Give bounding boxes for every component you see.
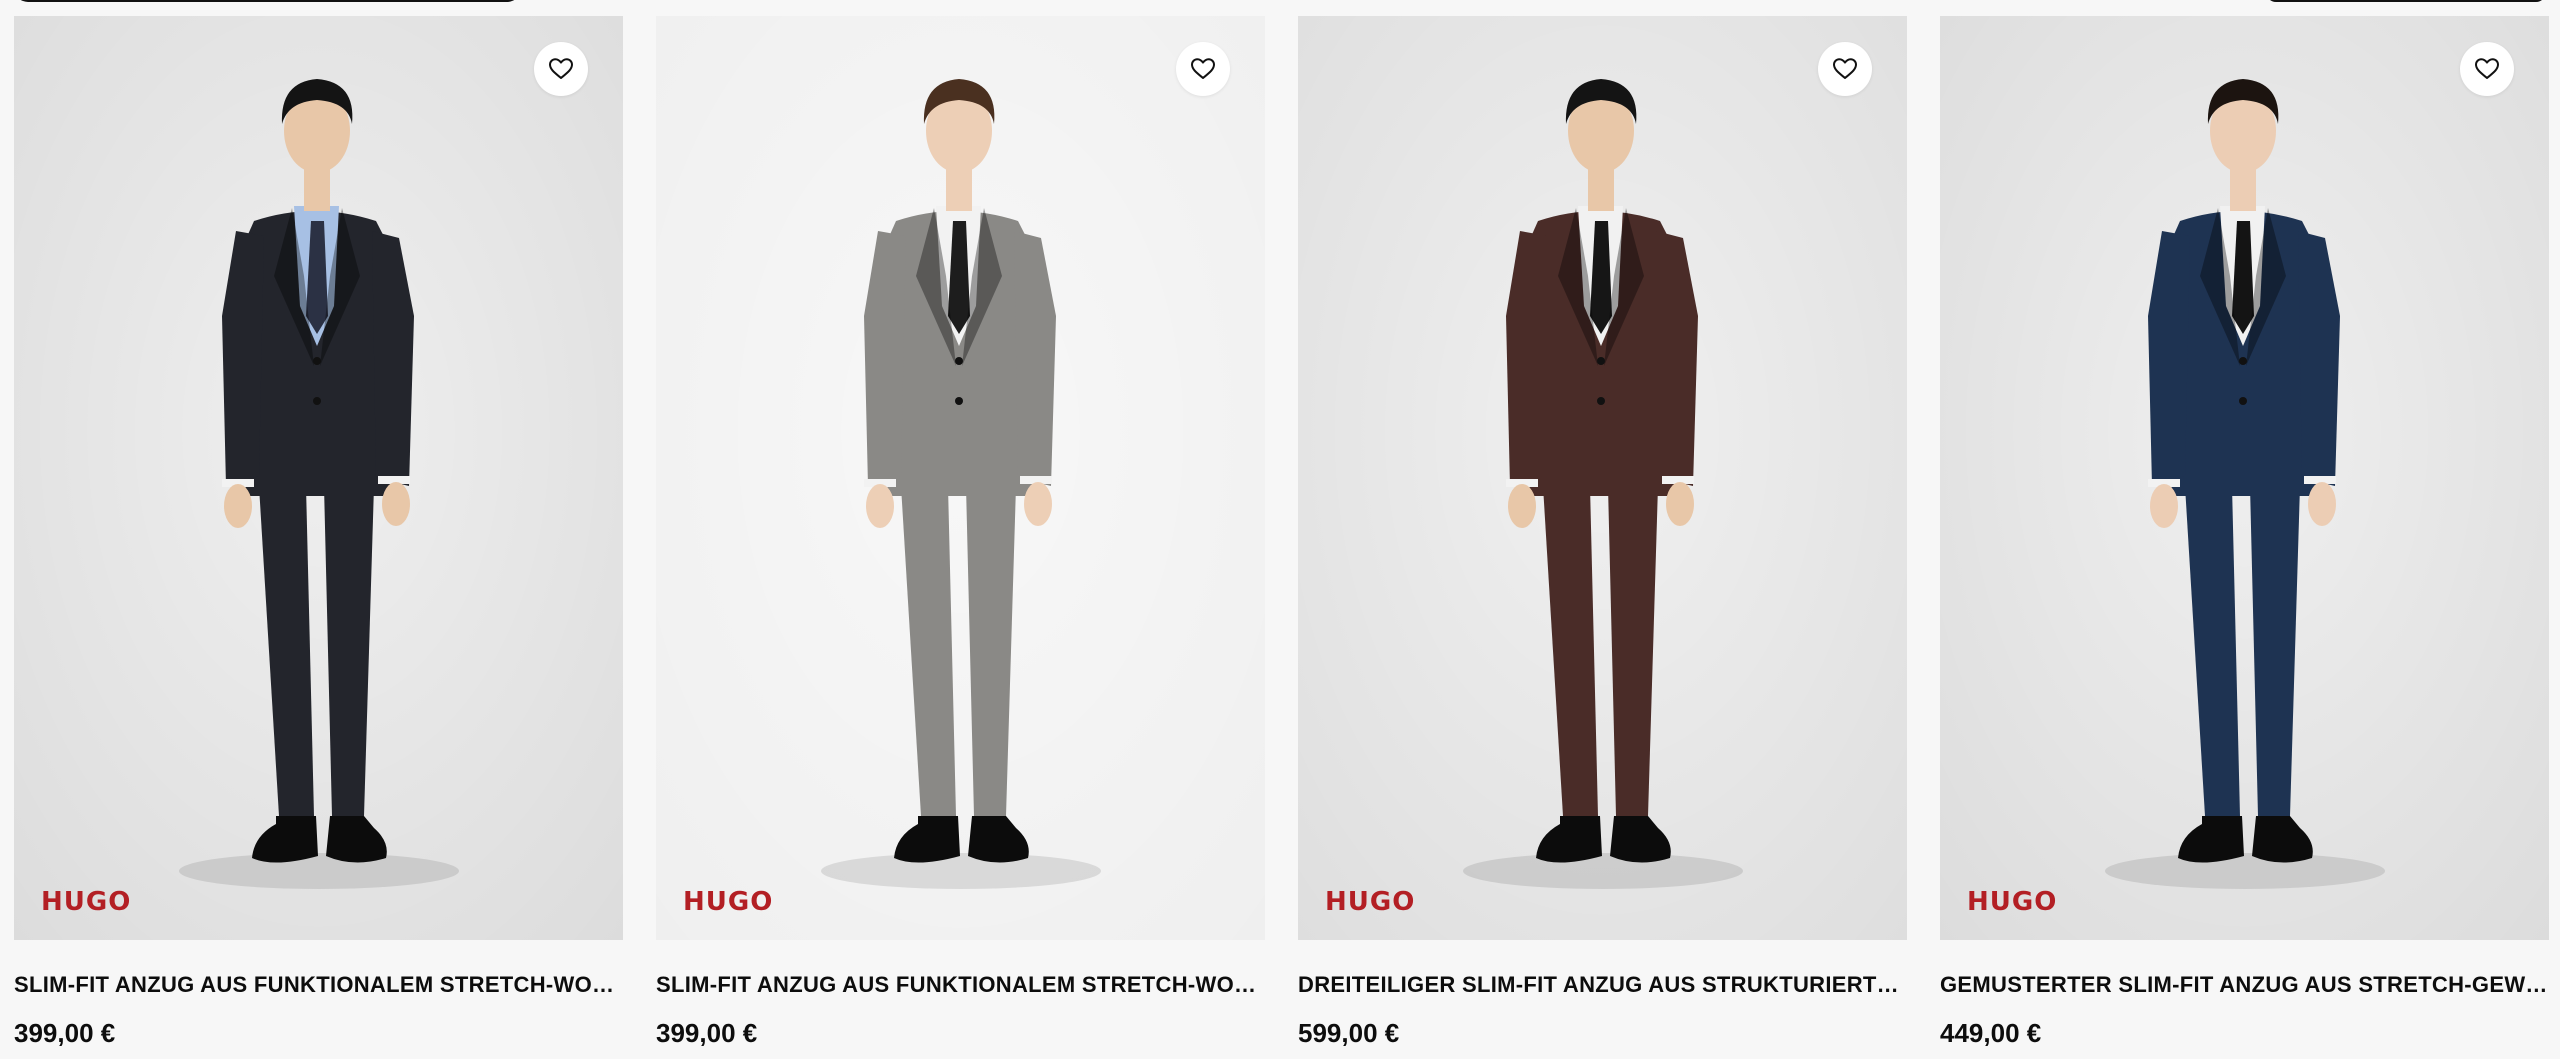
product-image[interactable]: HUGO (656, 16, 1265, 940)
add-to-wishlist-button[interactable] (2460, 42, 2514, 96)
heart-outline-icon (1191, 58, 1215, 79)
product-price: 399,00 € (14, 1018, 116, 1048)
brand-logo: HUGO (41, 887, 132, 917)
brand-logo: HUGO (1325, 887, 1416, 917)
brand-logo: HUGO (1967, 887, 2058, 917)
model-photo (1298, 16, 1907, 940)
model-photo (14, 16, 623, 940)
heart-outline-icon (549, 58, 573, 79)
add-to-wishlist-button[interactable] (1176, 42, 1230, 96)
model-photo (1940, 16, 2549, 940)
top-right-button[interactable] (2266, 0, 2546, 2)
product-grid: HUGO SLIM-FIT ANZUG AUS FUNKTIONALEM STR… (14, 16, 2549, 1049)
product-card[interactable]: HUGO SLIM-FIT ANZUG AUS FUNKTIONALEM STR… (656, 16, 1265, 1049)
add-to-wishlist-button[interactable] (534, 42, 588, 96)
product-name[interactable]: SLIM-FIT ANZUG AUS FUNKTIONALEM STRETCH-… (14, 972, 623, 998)
product-card[interactable]: HUGO DREITEILIGER SLIM-FIT ANZUG AUS STR… (1298, 16, 1907, 1049)
model-photo (656, 16, 1265, 940)
product-image[interactable]: HUGO (1940, 16, 2549, 940)
product-name[interactable]: SLIM-FIT ANZUG AUS FUNKTIONALEM STRETCH-… (656, 972, 1265, 998)
product-card[interactable]: HUGO SLIM-FIT ANZUG AUS FUNKTIONALEM STR… (14, 16, 623, 1049)
product-image[interactable]: HUGO (14, 16, 623, 940)
product-price: 449,00 € (1940, 1018, 2042, 1048)
product-name[interactable]: DREITEILIGER SLIM-FIT ANZUG AUS STRUKTUR… (1298, 972, 1907, 998)
product-image[interactable]: HUGO (1298, 16, 1907, 940)
product-price: 399,00 € (656, 1018, 758, 1048)
product-price: 599,00 € (1298, 1018, 1400, 1048)
top-bar-element[interactable] (14, 0, 521, 2)
product-name[interactable]: GEMUSTERTER SLIM-FIT ANZUG AUS STRETCH-G… (1940, 972, 2549, 998)
add-to-wishlist-button[interactable] (1818, 42, 1872, 96)
product-card[interactable]: HUGO GEMUSTERTER SLIM-FIT ANZUG AUS STRE… (1940, 16, 2549, 1049)
heart-outline-icon (1833, 58, 1857, 79)
heart-outline-icon (2475, 58, 2499, 79)
brand-logo: HUGO (683, 887, 774, 917)
